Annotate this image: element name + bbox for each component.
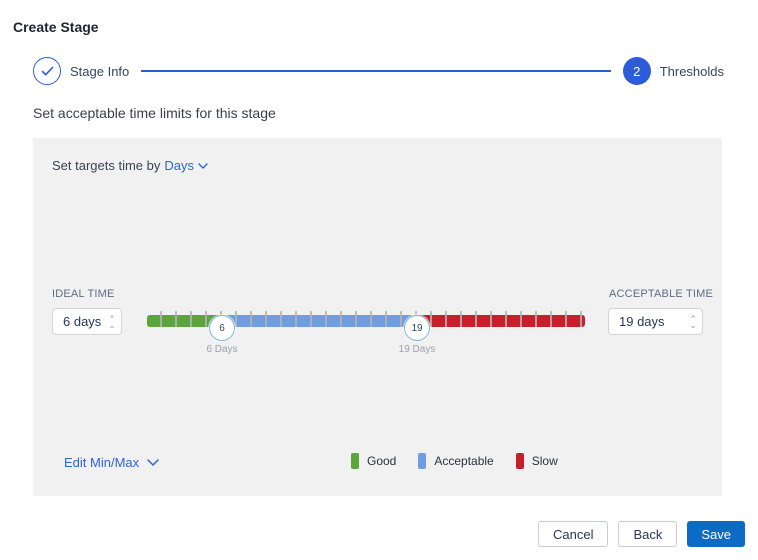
footer-actions: Cancel Back Save (537, 521, 745, 547)
chevron-down-icon (198, 162, 208, 169)
step-stage-info-label: Stage Info (70, 63, 130, 79)
chevron-down-icon: ⌄ (689, 319, 697, 330)
slider-handle-ideal[interactable]: 6 (209, 315, 235, 341)
stepper: Stage Info 2 Thresholds (33, 57, 724, 85)
ideal-time-label: IDEAL TIME (52, 288, 115, 300)
step-thresholds-indicator[interactable]: 2 (622, 57, 651, 85)
cancel-button[interactable]: Cancel (537, 521, 609, 547)
legend-slow-label: Slow (531, 454, 558, 468)
acceptable-time-input[interactable] (609, 309, 684, 334)
acceptable-color-swatch (418, 453, 427, 469)
ideal-time-spinner-arrows[interactable]: ⌃ ⌄ (103, 314, 121, 330)
acceptable-time-spinner-arrows[interactable]: ⌃ ⌄ (684, 314, 702, 330)
chevron-down-icon (147, 458, 159, 467)
acceptable-time-stepper: ⌃ ⌄ (608, 308, 703, 335)
target-time-row: Set targets time by Days (52, 158, 208, 173)
check-icon (41, 66, 54, 77)
slider-track[interactable]: 6 19 6 Days 19 Days (147, 311, 585, 355)
target-unit-value: Days (164, 158, 195, 173)
ideal-time-input[interactable] (53, 309, 103, 334)
legend-good-label: Good (367, 454, 397, 468)
page-title: Create Stage (13, 19, 99, 35)
save-button[interactable]: Save (687, 521, 745, 547)
edit-minmax-label: Edit Min/Max (64, 455, 140, 470)
edit-minmax-toggle[interactable]: Edit Min/Max (64, 455, 159, 470)
panel-subtitle: Set acceptable time limits for this stag… (33, 105, 276, 121)
legend-item-good: Good (351, 453, 396, 469)
back-button[interactable]: Back (618, 521, 678, 547)
slider-handle-acceptable[interactable]: 19 (404, 315, 430, 341)
acceptable-time-label: ACCEPTABLE TIME (609, 288, 714, 300)
thresholds-panel: Set targets time by Days IDEAL TIME ⌃ ⌄ … (33, 138, 722, 496)
step-number: 2 (633, 63, 641, 79)
step-stage-info-indicator[interactable] (33, 57, 61, 85)
slow-color-swatch (515, 453, 524, 469)
slider-legend: Good Acceptable Slow (351, 453, 558, 469)
slider-handle-acceptable-label: 19 Days (398, 344, 436, 355)
target-time-prefix: Set targets time by (52, 158, 161, 173)
ideal-time-stepper: ⌃ ⌄ (52, 308, 122, 335)
good-color-swatch (351, 453, 359, 469)
target-unit-dropdown[interactable]: Days (164, 158, 208, 173)
legend-item-slow: Slow (515, 453, 558, 469)
slider-handle-ideal-label: 6 Days (206, 344, 238, 355)
step-thresholds-label: Thresholds (659, 63, 724, 79)
time-threshold-slider: 6 19 6 Days 19 Days (147, 308, 585, 355)
chevron-down-icon: ⌄ (108, 319, 116, 330)
stepper-connector-line (141, 70, 611, 72)
legend-acceptable-label: Acceptable (434, 454, 494, 468)
legend-item-acceptable: Acceptable (418, 453, 494, 469)
